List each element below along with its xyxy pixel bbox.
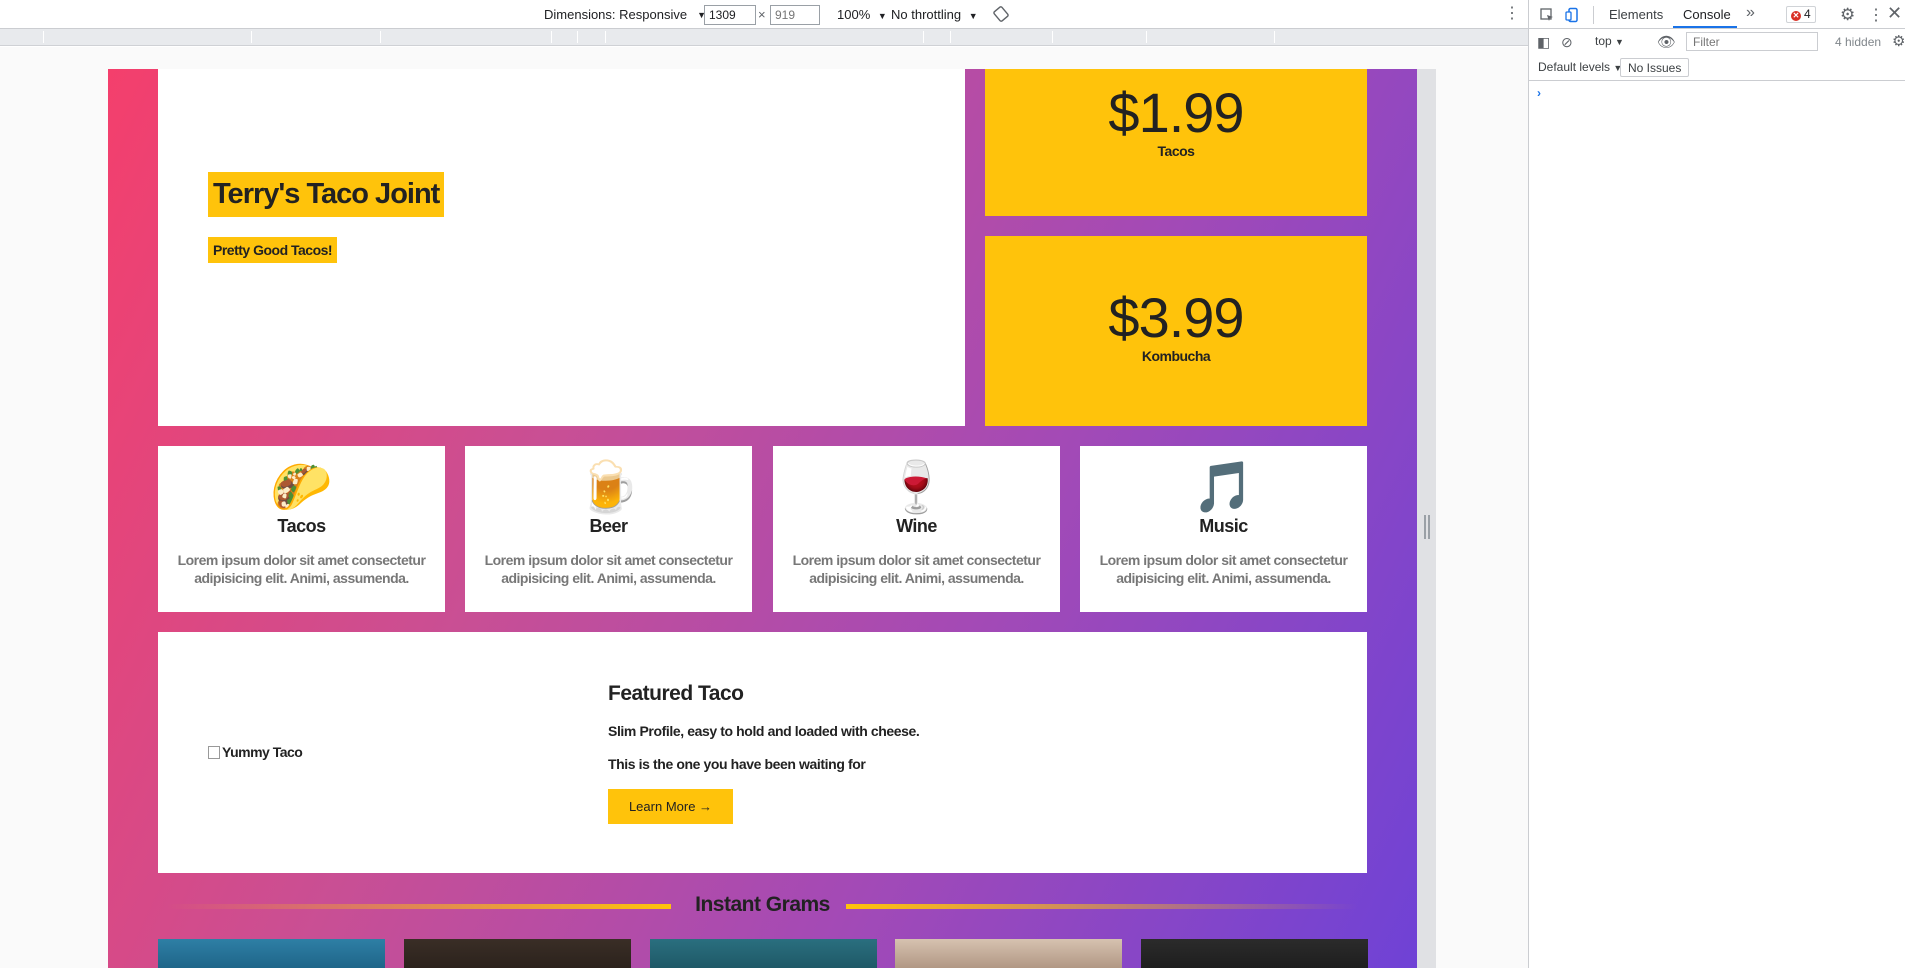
music-icon: 🎵 <box>1192 459 1255 515</box>
error-count-badge[interactable]: ✕ 4 <box>1786 6 1816 23</box>
viewport: Terry's Taco Joint Pretty Good Tacos! $1… <box>0 47 1528 968</box>
feature-description: Lorem ipsum dolor sit amet consectetur a… <box>1099 552 1348 586</box>
devtools-tabbar: Elements Console » ✕ 4 ⚙ ⋮ ✕ <box>1529 0 1905 29</box>
feature-description: Lorem ipsum dolor sit amet consectetur a… <box>792 552 1041 586</box>
device-toolbar-icon[interactable] <box>1565 7 1581 23</box>
gram-thumbnail[interactable] <box>1141 939 1368 968</box>
price-amount: $1.99 <box>1108 81 1244 144</box>
page-body: Terry's Taco Joint Pretty Good Tacos! $1… <box>108 69 1417 968</box>
feature-title: Wine <box>896 516 937 536</box>
price-amount: $3.99 <box>1108 286 1244 349</box>
sidebar-toggle-icon[interactable]: ◧ <box>1537 34 1550 51</box>
more-options-icon[interactable]: ⋮ <box>1868 5 1884 25</box>
instant-grams-heading: Instant Grams <box>158 889 1367 921</box>
gram-thumbnail[interactable] <box>404 939 631 968</box>
times-symbol: × <box>758 7 766 22</box>
feature-description: Lorem ipsum dolor sit amet consectetur a… <box>177 552 426 586</box>
context-label: top <box>1595 34 1612 48</box>
featured-taco-section: Yummy Taco Featured Taco Slim Profile, e… <box>158 632 1367 873</box>
instant-grams-title: Instant Grams <box>695 893 830 916</box>
live-expression-eye-icon[interactable]: 👁 <box>1657 33 1676 51</box>
chevron-down-icon: ▼ <box>877 11 887 21</box>
dimensions-dropdown[interactable]: Dimensions: Responsive ▼ <box>544 7 706 22</box>
devtools-panel: Elements Console » ✕ 4 ⚙ ⋮ ✕ ◧ ⊘ top ▼ 👁 … <box>1528 0 1905 968</box>
console-settings-gear-icon[interactable]: ⚙ <box>1892 32 1905 50</box>
console-toolbar: ◧ ⊘ top ▼ 👁 4 hidden ⚙ <box>1529 30 1905 54</box>
error-count: 4 <box>1804 7 1811 21</box>
dimensions-label: Dimensions: Responsive <box>544 7 688 22</box>
throttling-label: No throttling <box>891 7 962 22</box>
chevron-down-icon: ▼ <box>1615 37 1624 47</box>
toolbar-separator <box>1593 6 1594 24</box>
price-label: Kombucha <box>1141 348 1211 364</box>
feature-card-tacos: 🌮 Tacos Lorem ipsum dolor sit amet conse… <box>158 446 445 612</box>
feature-card-wine: 🍷 Wine Lorem ipsum dolor sit amet consec… <box>773 446 1060 612</box>
taco-icon: 🌮 <box>270 459 333 515</box>
feature-title: Music <box>1199 516 1248 536</box>
gram-thumbnail[interactable] <box>895 939 1122 968</box>
gram-thumbnail[interactable] <box>650 939 877 968</box>
page-subtitle: Pretty Good Tacos! <box>208 237 338 263</box>
learn-more-button[interactable]: Learn More → <box>608 789 733 824</box>
feature-card-beer: 🍺 Beer Lorem ipsum dolor sit amet consec… <box>465 446 752 612</box>
viewport-resize-handle[interactable] <box>1424 515 1430 539</box>
width-input[interactable] <box>704 5 756 25</box>
console-levels-bar: Default levels ▼ No Issues <box>1529 55 1905 81</box>
log-levels-label: Default levels <box>1538 60 1611 74</box>
price-card-kombucha: $3.99 Kombucha <box>985 236 1367 426</box>
beer-icon: 🍺 <box>577 459 640 515</box>
context-selector[interactable]: top ▼ <box>1595 34 1624 48</box>
more-tabs-icon[interactable]: » <box>1746 4 1755 22</box>
zoom-dropdown[interactable]: 100% ▼ <box>837 7 887 22</box>
page-title: Terry's Taco Joint <box>208 172 445 217</box>
active-tab-indicator <box>1673 26 1737 28</box>
feature-description: Lorem ipsum dolor sit amet consectetur a… <box>484 552 733 586</box>
feature-card-music: 🎵 Music Lorem ipsum dolor sit amet conse… <box>1080 446 1367 612</box>
featured-line-2: This is the one you have been waiting fo… <box>608 756 866 772</box>
image-alt-text: Yummy Taco <box>222 744 303 760</box>
zoom-label: 100% <box>837 7 871 22</box>
rotate-icon[interactable] <box>993 6 1009 22</box>
price-card-tacos: $1.99 Tacos <box>985 69 1367 216</box>
inspect-element-icon[interactable] <box>1539 7 1555 23</box>
featured-image: Yummy Taco <box>208 744 303 760</box>
tab-elements[interactable]: Elements <box>1609 7 1663 22</box>
console-filter-input[interactable] <box>1686 32 1818 51</box>
console-prompt[interactable]: › <box>1537 86 1541 100</box>
tab-console[interactable]: Console <box>1683 7 1731 22</box>
feature-title: Tacos <box>277 516 326 536</box>
throttling-dropdown[interactable]: No throttling ▼ <box>891 7 978 22</box>
settings-gear-icon[interactable]: ⚙ <box>1840 5 1855 25</box>
device-toolbar: Dimensions: Responsive ▼ × 100% ▼ No thr… <box>0 0 1528 29</box>
error-icon: ✕ <box>1791 11 1801 21</box>
clear-console-icon[interactable]: ⊘ <box>1561 34 1573 51</box>
media-query-ruler <box>0 29 1528 46</box>
log-levels-dropdown[interactable]: Default levels ▼ <box>1538 60 1622 74</box>
feature-title: Beer <box>589 516 628 536</box>
featured-line-1: Slim Profile, easy to hold and loaded wi… <box>608 723 920 739</box>
height-input[interactable] <box>770 5 820 25</box>
price-label: Tacos <box>1157 143 1195 159</box>
issues-button[interactable]: No Issues <box>1620 58 1690 77</box>
broken-image-icon <box>208 746 220 759</box>
close-icon[interactable]: ✕ <box>1887 3 1902 24</box>
chevron-down-icon: ▼ <box>968 11 978 21</box>
more-options-icon[interactable]: ⋮ <box>1504 6 1520 22</box>
gram-thumbnail[interactable] <box>158 939 385 968</box>
featured-title: Featured Taco <box>608 682 744 705</box>
wine-icon: 🍷 <box>885 459 948 515</box>
hero-section: Terry's Taco Joint Pretty Good Tacos! <box>158 69 965 426</box>
hidden-count: 4 hidden <box>1835 35 1882 49</box>
